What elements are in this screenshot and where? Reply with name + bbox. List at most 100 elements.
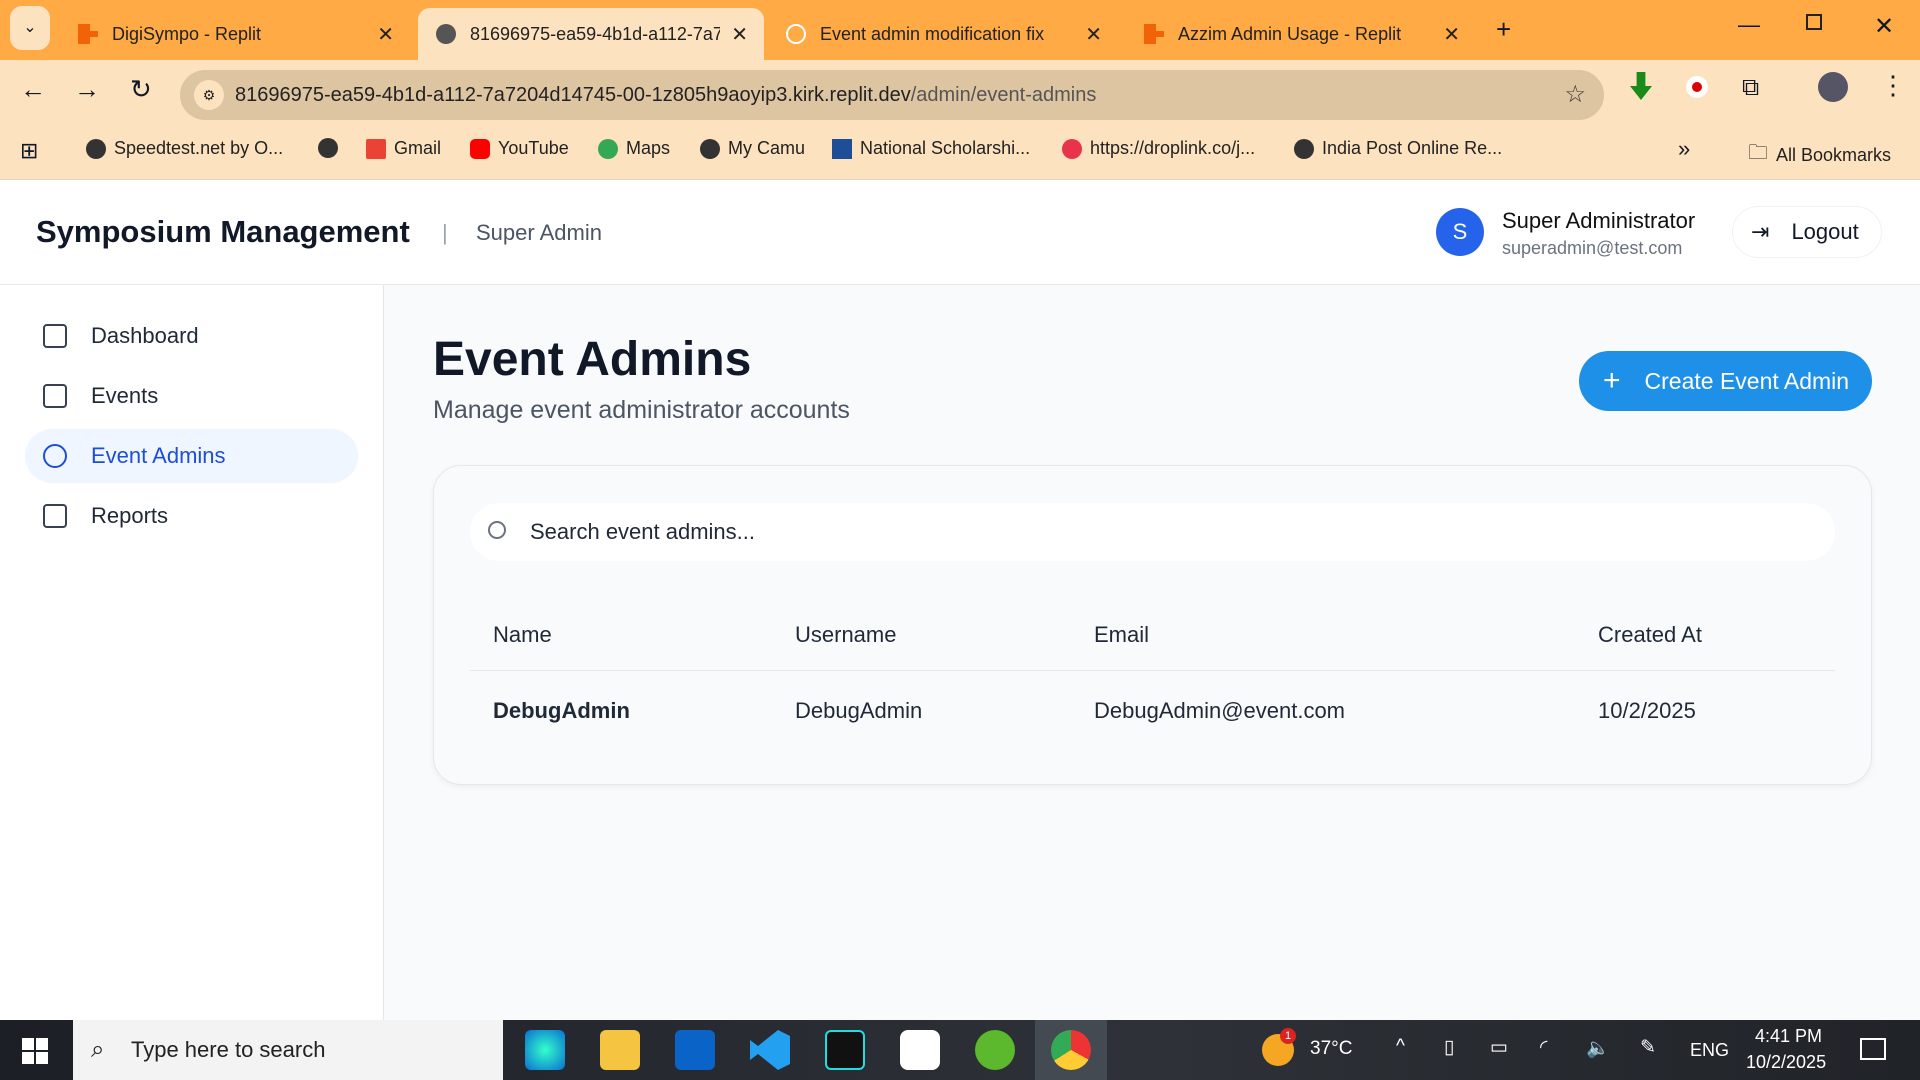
new-tab-button[interactable]: + — [1496, 14, 1511, 45]
back-icon[interactable]: ← — [20, 74, 46, 105]
record-extension-icon[interactable] — [1686, 76, 1708, 98]
weather-temp[interactable]: 37°C — [1310, 1038, 1352, 1060]
utorrent-icon[interactable] — [975, 1030, 1015, 1070]
download-icon[interactable] — [1630, 72, 1652, 100]
url-host: 81696975-ea59-4b1d-a112-7a7204d14745-00-… — [235, 83, 911, 106]
bookmarks-bar: ⊞ Speedtest.net by O... Gmail YouTube Ma… — [0, 120, 1920, 180]
search-icon — [488, 521, 506, 539]
close-icon[interactable]: ✕ — [377, 22, 394, 47]
dashboard-icon — [43, 324, 67, 348]
sidebar: Dashboard Events Event Admins Reports — [0, 285, 384, 1020]
clock-date[interactable]: 10/2/2025 — [1746, 1052, 1826, 1073]
show-hidden-icons[interactable]: ^ — [1396, 1036, 1405, 1058]
logout-button[interactable]: ⇥ Logout — [1732, 206, 1882, 258]
menu-icon[interactable]: ⋮ — [1880, 70, 1906, 101]
close-window-button[interactable]: ✕ — [1874, 12, 1894, 41]
table-divider — [470, 670, 1835, 671]
reload-icon[interactable]: ↻ — [130, 74, 152, 105]
file-text-icon — [43, 504, 67, 528]
browser-tab-bar: ⌄ DigiSympo - Replit ✕ 81696975-ea59-4b1d… — [0, 0, 1920, 60]
taskbar-search[interactable]: ⌕ Type here to search — [73, 1020, 503, 1080]
droplink-icon — [1062, 138, 1082, 159]
page-subtitle: Manage event administrator accounts — [433, 396, 850, 424]
calendar-icon — [43, 384, 67, 408]
tab-chatgpt[interactable]: Event admin modification fix ✕ — [768, 8, 1118, 60]
gmail-icon — [366, 138, 386, 159]
column-header-created-at[interactable]: Created At — [1598, 622, 1702, 648]
profile-avatar[interactable] — [1818, 72, 1848, 102]
app-icon[interactable] — [825, 1030, 865, 1070]
close-icon[interactable]: ✕ — [731, 22, 748, 47]
sidebar-item-reports[interactable]: Reports — [25, 489, 358, 543]
replit-icon — [1144, 24, 1164, 44]
clock-time[interactable]: 4:41 PM — [1755, 1026, 1822, 1047]
notification-icon[interactable] — [1860, 1038, 1886, 1060]
meet-now-icon[interactable]: ▯ — [1444, 1036, 1454, 1059]
globe-icon — [318, 138, 338, 158]
sidebar-item-events[interactable]: Events — [25, 369, 358, 423]
bookmark-star-icon[interactable]: ☆ — [1564, 80, 1586, 109]
all-bookmarks[interactable]: 🗀 All Bookmarks — [1748, 138, 1891, 172]
column-header-username[interactable]: Username — [795, 622, 896, 648]
bookmark-droplink[interactable]: https://droplink.co/j... — [1062, 138, 1255, 159]
search-placeholder: Type here to search — [131, 1037, 326, 1062]
create-event-admin-button[interactable]: + Create Event Admin — [1579, 351, 1872, 411]
edge-icon[interactable] — [525, 1030, 565, 1070]
column-header-email[interactable]: Email — [1094, 622, 1149, 648]
bookmark-indiapost[interactable]: India Post Online Re... — [1294, 138, 1502, 159]
tab-active[interactable]: 81696975-ea59-4b1d-a112-7a7 ✕ — [418, 8, 764, 60]
sidebar-item-dashboard[interactable]: Dashboard — [25, 309, 358, 363]
tab-digisympo[interactable]: DigiSympo - Replit ✕ — [60, 8, 410, 60]
bookmark-speedtest[interactable]: Speedtest.net by O... — [86, 138, 283, 159]
close-icon[interactable]: ✕ — [1085, 22, 1102, 47]
bookmark-scholarship[interactable]: National Scholarshi... — [832, 138, 1030, 159]
column-header-name[interactable]: Name — [493, 622, 552, 648]
chrome-dev-active[interactable] — [1035, 1020, 1107, 1080]
role-label: Super Admin — [476, 220, 602, 245]
close-icon[interactable]: ✕ — [1443, 22, 1460, 47]
youtube-icon — [470, 138, 490, 159]
forward-icon[interactable]: → — [74, 74, 100, 105]
plus-icon: + — [1603, 364, 1621, 397]
bookmark-gmail[interactable]: Gmail — [366, 138, 441, 159]
bookmark-mycamu[interactable]: My Camu — [700, 138, 805, 159]
user-name: Super Administrator — [1502, 208, 1696, 233]
volume-icon[interactable]: 🔈 — [1586, 1036, 1610, 1060]
file-explorer-icon[interactable] — [600, 1030, 640, 1070]
vscode-icon[interactable] — [750, 1030, 790, 1070]
battery-icon[interactable]: ▭ — [1490, 1036, 1508, 1059]
bookmark-globe[interactable] — [318, 138, 338, 158]
cell-name: DebugAdmin — [493, 698, 630, 723]
taskbar: ⌕ Type here to search 1 37°C ^ ▯ ▭ ◜ 🔈 ✎ … — [0, 1020, 1920, 1080]
page-title: Event Admins — [433, 333, 752, 386]
bookmark-youtube[interactable]: YouTube — [470, 138, 569, 159]
more-bookmarks-icon[interactable]: » — [1678, 136, 1690, 162]
tab-azzim[interactable]: Azzim Admin Usage - Replit ✕ — [1126, 8, 1476, 60]
site-info-icon[interactable]: ⚙ — [194, 80, 224, 110]
avatar[interactable]: S — [1436, 208, 1484, 256]
cube-app-icon[interactable] — [900, 1030, 940, 1070]
search-input[interactable]: Search event admins... — [470, 503, 1835, 561]
speedtest-icon — [86, 138, 106, 159]
bookmark-maps[interactable]: Maps — [598, 138, 670, 159]
folder-icon: 🗀 — [1748, 142, 1768, 164]
apps-icon[interactable]: ⊞ — [20, 138, 38, 164]
cell-created-at: 10/2/2025 — [1598, 698, 1696, 723]
bookmark-label: Maps — [626, 138, 671, 158]
sidebar-item-event-admins[interactable]: Event Admins — [25, 429, 358, 483]
extensions-icon[interactable]: ⧉ — [1742, 74, 1759, 102]
separator: | — [442, 220, 448, 245]
pen-icon[interactable]: ✎ — [1640, 1036, 1656, 1059]
cell-username: DebugAdmin — [795, 698, 923, 723]
bookmark-label: National Scholarshi... — [860, 138, 1031, 158]
search-placeholder: Search event admins... — [530, 519, 756, 544]
start-button[interactable] — [22, 1038, 48, 1064]
outlook-icon[interactable] — [675, 1030, 715, 1070]
weather-badge: 1 — [1280, 1028, 1296, 1044]
wifi-icon[interactable]: ◜ — [1540, 1036, 1547, 1059]
minimize-button[interactable]: — — [1738, 12, 1760, 38]
language-indicator[interactable]: ENG — [1690, 1040, 1729, 1061]
tab-search-button[interactable]: ⌄ — [10, 6, 50, 50]
restore-button[interactable] — [1806, 14, 1822, 30]
address-bar[interactable]: ⚙ 81696975-ea59-4b1d-a112-7a7204d14745-0… — [180, 70, 1604, 120]
